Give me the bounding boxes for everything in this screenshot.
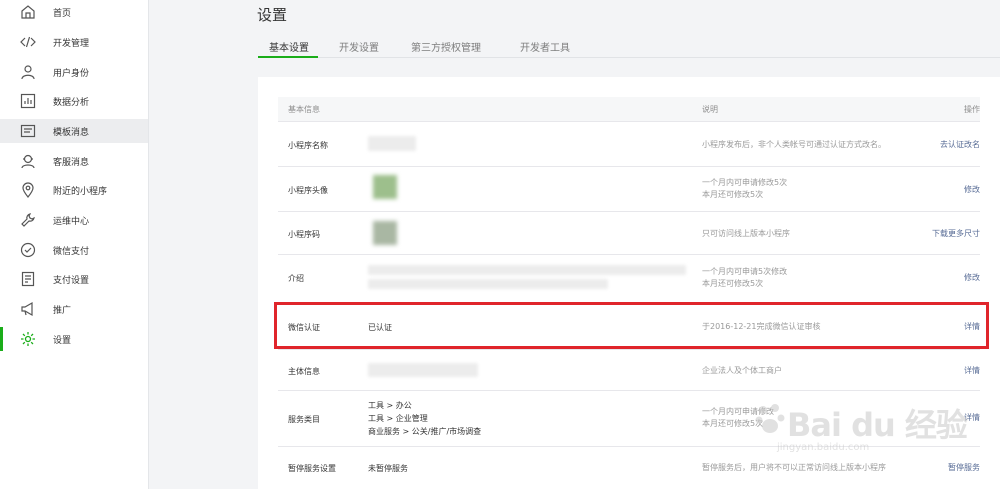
wechat-pay-icon <box>20 242 36 258</box>
row-label: 小程序码 <box>288 230 320 239</box>
sidebar: 首页 开发管理 用户身份 数据分析 模板消息 客服消息 附近的小程序 运维中心 … <box>0 0 149 489</box>
main-content: 设置 基本设置 开发设置 第三方授权管理 开发者工具 基本信息 说明 操作 小程… <box>149 0 1000 489</box>
sidebar-item-label: 数据分析 <box>53 98 90 108</box>
sidebar-item-label: 附近的小程序 <box>53 187 108 197</box>
service-status: 未暂停服务 <box>368 464 408 473</box>
row-desc: 一个月内可申请修改5次 <box>702 178 788 187</box>
table-row: 服务类目 工具 > 办公 工具 > 企业管理 商业服务 > 公关/推广/市场调查… <box>278 390 980 446</box>
row-desc: 一个月内可申请修改 <box>702 407 774 416</box>
sidebar-item-home[interactable]: 首页 <box>0 0 148 24</box>
redacted-value <box>368 363 478 377</box>
sidebar-item-dev-management[interactable]: 开发管理 <box>0 30 148 54</box>
page-title: 设置 <box>257 6 288 24</box>
redacted-value <box>368 265 686 275</box>
row-label: 小程序名称 <box>288 141 328 150</box>
sidebar-item-promotion[interactable]: 推广 <box>0 297 148 321</box>
sidebar-item-user-identity[interactable]: 用户身份 <box>0 60 148 84</box>
sidebar-item-wechat-pay[interactable]: 微信支付 <box>0 238 148 262</box>
header-desc: 说明 <box>702 105 718 114</box>
avatar <box>373 175 397 199</box>
payment-settings-icon <box>20 271 36 287</box>
sidebar-item-settings[interactable]: 设置 <box>0 327 148 351</box>
category-details-link[interactable]: 详情 <box>964 412 980 423</box>
tab-basic-settings[interactable]: 基本设置 <box>269 39 309 54</box>
sidebar-item-label: 开发管理 <box>53 39 90 49</box>
sidebar-item-label: 模板消息 <box>53 128 90 138</box>
user-icon <box>20 64 36 80</box>
row-desc: 只可访问线上版本小程序 <box>702 229 790 238</box>
table-row: 介绍 一个月内可申请5次修改 本月还可修改5次 修改 <box>278 254 980 302</box>
sidebar-item-data-analysis[interactable]: 数据分析 <box>0 89 148 113</box>
gear-icon <box>20 331 36 347</box>
tab-developer-tools[interactable]: 开发者工具 <box>520 39 570 54</box>
row-desc: 本月还可修改5次 <box>702 419 764 428</box>
service-category: 商业服务 > 公关/推广/市场调查 <box>368 427 482 436</box>
message-icon <box>20 123 36 139</box>
table-row: 小程序码 只可访问线上版本小程序 下载更多尺寸 <box>278 211 980 254</box>
table-row: 主体信息 企业法人及个体工商户 详情 <box>278 349 980 390</box>
table-row: 小程序头像 一个月内可申请修改5次 本月还可修改5次 修改 <box>278 166 980 211</box>
edit-intro-link[interactable]: 修改 <box>964 272 980 283</box>
suspend-service-link[interactable]: 暂停服务 <box>948 462 980 473</box>
entity-details-link[interactable]: 详情 <box>964 365 980 376</box>
edit-avatar-link[interactable]: 修改 <box>964 184 980 195</box>
settings-card: 基本信息 说明 操作 小程序名称 小程序发布后，非个人类帐号可通过认证方式改名。… <box>258 77 1000 489</box>
header-action: 操作 <box>964 105 980 114</box>
tab-third-party-auth[interactable]: 第三方授权管理 <box>411 39 481 54</box>
customer-service-icon <box>20 153 36 169</box>
table-row: 小程序名称 小程序发布后，非个人类帐号可通过认证方式改名。 去认证改名 <box>278 121 980 166</box>
tab-bar: 基本设置 开发设置 第三方授权管理 开发者工具 <box>258 30 1000 58</box>
row-desc: 一个月内可申请5次修改 <box>702 267 788 276</box>
sidebar-item-label: 运维中心 <box>53 217 90 227</box>
table-row: 暂停服务设置 未暂停服务 暂停服务后，用户将不可以正常访问线上版本小程序 暂停服… <box>278 446 980 489</box>
row-label: 服务类目 <box>288 415 320 424</box>
row-label: 暂停服务设置 <box>288 464 336 473</box>
row-desc: 企业法人及个体工商户 <box>702 366 782 375</box>
sidebar-item-label: 首页 <box>53 9 72 19</box>
verification-details-link[interactable]: 详情 <box>964 321 980 332</box>
sidebar-item-label: 推广 <box>53 306 72 316</box>
row-desc: 本月还可修改5次 <box>702 190 764 199</box>
sidebar-item-payment-settings[interactable]: 支付设置 <box>0 267 148 291</box>
service-category: 工具 > 企业管理 <box>368 414 428 423</box>
sidebar-item-label: 设置 <box>53 336 72 346</box>
tab-dev-settings[interactable]: 开发设置 <box>339 39 379 54</box>
sidebar-item-customer-messages[interactable]: 客服消息 <box>0 149 148 173</box>
sidebar-item-nearby-miniprograms[interactable]: 附近的小程序 <box>0 178 148 202</box>
home-icon <box>20 4 36 20</box>
table-row: 微信认证 已认证 于2016-12-21完成微信认证审核 详情 <box>278 302 980 349</box>
row-label: 小程序头像 <box>288 186 328 195</box>
active-indicator <box>0 327 3 351</box>
redacted-value <box>368 279 608 289</box>
row-label: 主体信息 <box>288 367 320 376</box>
sidebar-item-label: 用户身份 <box>53 69 90 79</box>
sidebar-item-label: 微信支付 <box>53 247 90 257</box>
qr-code-thumbnail <box>373 221 397 245</box>
sidebar-item-label: 客服消息 <box>53 158 90 168</box>
active-tab-underline <box>258 56 318 58</box>
sidebar-item-template-messages[interactable]: 模板消息 <box>0 119 148 143</box>
row-desc: 于2016-12-21完成微信认证审核 <box>702 322 821 331</box>
header-info: 基本信息 <box>288 105 320 114</box>
code-icon <box>20 34 36 50</box>
download-sizes-link[interactable]: 下载更多尺寸 <box>932 228 980 239</box>
megaphone-icon <box>20 301 36 317</box>
verification-status: 已认证 <box>368 323 392 332</box>
sidebar-item-ops-center[interactable]: 运维中心 <box>0 208 148 232</box>
row-desc: 小程序发布后，非个人类帐号可通过认证方式改名。 <box>702 140 886 149</box>
location-pin-icon <box>20 182 36 198</box>
service-category: 工具 > 办公 <box>368 401 412 410</box>
rename-link[interactable]: 去认证改名 <box>940 139 980 150</box>
bar-chart-icon <box>20 93 36 109</box>
wrench-icon <box>20 212 36 228</box>
redacted-value <box>368 136 416 151</box>
row-label: 介绍 <box>288 274 304 283</box>
sidebar-item-label: 支付设置 <box>53 276 90 286</box>
table-header: 基本信息 说明 操作 <box>278 97 980 121</box>
row-desc: 暂停服务后，用户将不可以正常访问线上版本小程序 <box>702 463 886 472</box>
row-label: 微信认证 <box>288 323 320 332</box>
row-desc: 本月还可修改5次 <box>702 279 764 288</box>
